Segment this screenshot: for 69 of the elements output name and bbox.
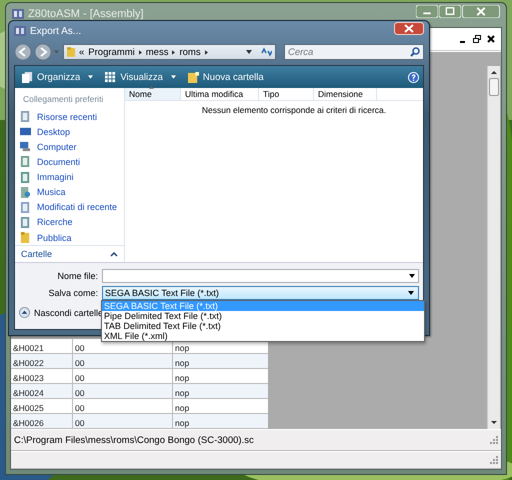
favorite-link[interactable]: Documenti <box>15 154 124 170</box>
empty-message: Nessun elemento corrisponde ai criteri di ricerca. <box>202 105 386 115</box>
caret-icon <box>170 75 176 79</box>
toolbar-button[interactable]: Nuova cartella <box>184 68 267 86</box>
maximize-icon[interactable] <box>439 5 461 18</box>
chevron-up-icon <box>110 252 118 257</box>
favorite-link[interactable]: Computer <box>15 139 124 154</box>
desktop-icon <box>20 126 31 138</box>
folder-icon <box>188 72 199 82</box>
dropdown-arrow-icon[interactable] <box>409 274 415 278</box>
field-label: Nome file: <box>56 271 99 281</box>
folder-icon <box>20 232 31 244</box>
folders-toggle[interactable]: Cartelle <box>15 245 124 262</box>
window-title: Z80toASM - [Assembly] <box>28 8 144 20</box>
breadcrumb-item[interactable]: roms <box>179 46 201 58</box>
favorite-link[interactable]: Modificati di recente <box>15 200 124 215</box>
toolbar-button[interactable]: Visualizza <box>102 68 179 86</box>
computer-icon <box>20 141 31 152</box>
app-icon <box>12 8 24 20</box>
grid-icon <box>105 72 116 82</box>
column-header[interactable]: Tipo <box>259 88 314 100</box>
favorite-link[interactable]: Pubblica <box>15 230 124 246</box>
resize-grip-icon <box>490 456 498 464</box>
scrollbar[interactable] <box>487 66 500 429</box>
breadcrumb-item[interactable]: mess <box>146 46 168 58</box>
column-header[interactable]: Ultima modifica <box>181 88 259 100</box>
column-header[interactable]: Dimensione <box>314 88 377 100</box>
chevron-up-icon <box>19 307 30 318</box>
column-header[interactable]: Nome <box>125 88 181 100</box>
scroll-up-icon[interactable] <box>490 69 498 75</box>
scroll-thumb[interactable] <box>489 78 499 96</box>
chevron-icon[interactable] <box>172 50 176 54</box>
favorite-link[interactable]: Immagini <box>15 170 124 185</box>
file-type-dropdown[interactable]: SEGA BASIC Text File (*.txt) <box>102 286 419 300</box>
restore-icon[interactable] <box>473 35 481 43</box>
scroll-down-icon[interactable] <box>490 420 498 426</box>
dropdown-arrow-icon[interactable] <box>408 291 414 295</box>
chevron-icon[interactable] <box>138 50 142 54</box>
search-field[interactable]: Cerca <box>284 44 424 60</box>
search-icon[interactable] <box>410 47 420 57</box>
favorite-link[interactable]: Risorse recenti <box>15 109 124 124</box>
favorite-link[interactable]: Desktop <box>15 124 124 140</box>
pages-icon <box>22 72 33 82</box>
dialog-title: Export As... <box>30 26 82 36</box>
pane-heading: Collegamenti preferiti <box>22 94 104 104</box>
field-label: Salva come: <box>47 288 99 298</box>
chevron-icon[interactable] <box>204 50 208 54</box>
sort-arrow-icon <box>149 86 154 89</box>
app-icon <box>14 25 26 37</box>
caret-icon <box>88 75 94 79</box>
dropdown-option[interactable]: XML File (*.xml) <box>102 331 424 341</box>
dropdown-option[interactable]: TAB Delimited Text File (*.txt) <box>102 321 424 331</box>
file-name-field[interactable] <box>102 269 419 283</box>
favorite-link[interactable]: Musica <box>15 184 124 200</box>
toolbar-button[interactable]: Organizza <box>19 68 96 86</box>
dropdown-arrow-icon[interactable] <box>246 50 252 54</box>
dropdown-option[interactable]: Pipe Delimited Text File (*.txt) <box>102 311 424 321</box>
favorite-link[interactable]: Ricerche <box>15 214 124 230</box>
overflow-chevron[interactable]: « <box>79 46 84 58</box>
address-bar[interactable]: « Programmi mess roms <box>63 44 276 60</box>
file-path: C:\Program Files\mess\roms\Congo Bongo (SC-3000).sc <box>14 434 254 446</box>
close-icon[interactable] <box>487 35 495 43</box>
forward-icon[interactable] <box>34 43 52 61</box>
back-icon[interactable] <box>14 43 32 61</box>
breadcrumb-item[interactable]: Programmi <box>88 46 135 58</box>
help-icon[interactable] <box>408 72 419 82</box>
resize-grip-icon <box>490 436 498 444</box>
folder-icon <box>67 47 75 57</box>
refresh-icon[interactable] <box>260 47 272 57</box>
